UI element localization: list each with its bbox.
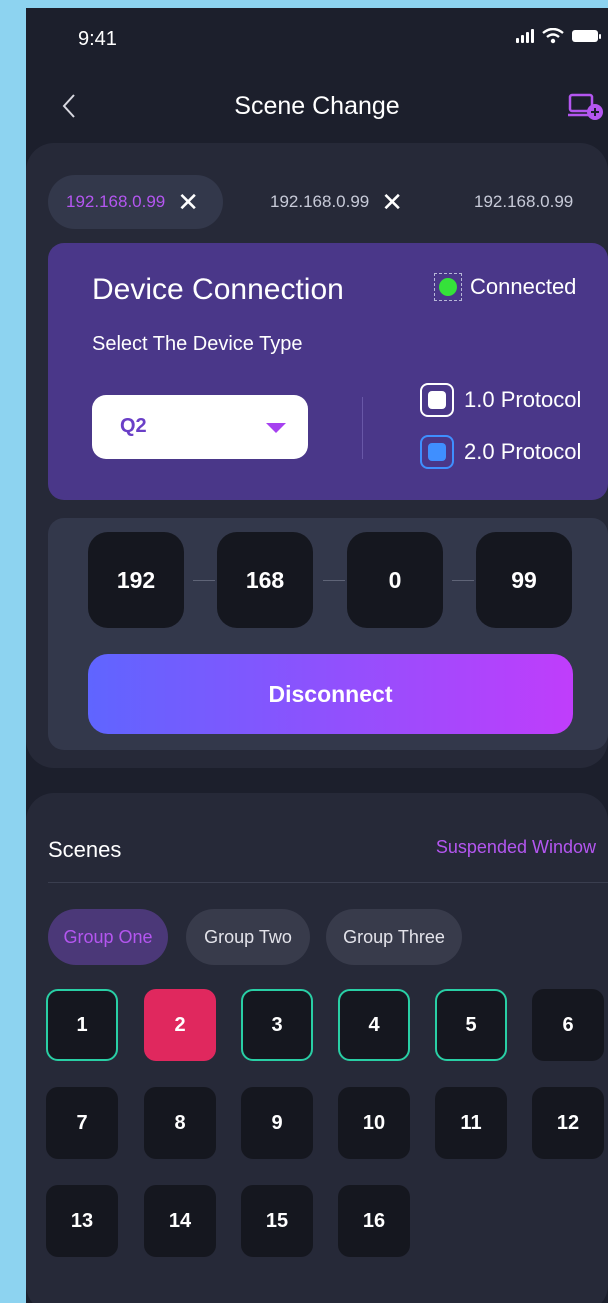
ip-address-panel: 192 168 0 99 Disconnect [48, 518, 608, 750]
scene-button-5[interactable]: 5 [435, 989, 507, 1061]
connection-status-text: Connected [470, 274, 577, 299]
wifi-icon [542, 28, 564, 44]
ip-tab-label: 192.168.0.99 [270, 192, 370, 211]
scene-button-12[interactable]: 12 [532, 1087, 604, 1159]
scene-button-16[interactable]: 16 [338, 1185, 410, 1257]
ip-octet-4[interactable]: 99 [476, 532, 572, 628]
checkbox-icon[interactable] [420, 383, 454, 417]
suspended-window-link[interactable]: Suspended Window [436, 837, 596, 858]
device-section: 192.168.0.99 ✕ 192.168.0.99 ✕ 192.168.0.… [26, 143, 608, 768]
ip-octet-1[interactable]: 192 [88, 532, 184, 628]
ip-separator [323, 580, 345, 581]
scene-button-9[interactable]: 9 [241, 1087, 313, 1159]
connection-status: Connected [434, 273, 576, 301]
device-type-select[interactable]: Q2 [92, 395, 308, 459]
close-icon[interactable]: ✕ [381, 189, 403, 215]
protocol-label: 1.0 Protocol [464, 387, 582, 412]
ip-tab-3[interactable]: 192.168.0.99 [474, 175, 573, 229]
status-time: 9:41 [78, 28, 117, 50]
scene-button-14[interactable]: 14 [144, 1185, 216, 1257]
scenes-section: Scenes Suspended Window Group One Group … [26, 793, 608, 1303]
signal-icon [516, 29, 534, 43]
ip-octet-2[interactable]: 168 [217, 532, 313, 628]
nav-bar: Scene Change [26, 78, 608, 134]
scene-button-11[interactable]: 11 [435, 1087, 507, 1159]
page-title: Scene Change [234, 92, 400, 120]
protocol-option-2[interactable]: 2.0 Protocol [420, 435, 581, 469]
scene-button-2[interactable]: 2 [144, 989, 216, 1061]
scene-button-10[interactable]: 10 [338, 1087, 410, 1159]
status-icons [516, 28, 601, 44]
ip-tab-label: 192.168.0.99 [66, 192, 166, 211]
protocol-label: 2.0 Protocol [464, 439, 582, 464]
tab-group-one[interactable]: Group One [48, 909, 168, 965]
ip-tab-bar: 192.168.0.99 ✕ 192.168.0.99 ✕ 192.168.0.… [48, 175, 608, 229]
scene-button-1[interactable]: 1 [46, 989, 118, 1061]
divider [362, 397, 363, 459]
ip-octet-3[interactable]: 0 [347, 532, 443, 628]
phone-screen: 9:41 Scene Change 192.168.0.99 ✕ 192.168… [26, 8, 608, 1303]
device-connection-title: Device Connection [92, 273, 344, 306]
divider [48, 882, 608, 883]
status-bar: 9:41 [26, 8, 608, 68]
protocol-option-1[interactable]: 1.0 Protocol [420, 383, 581, 417]
ip-tab-1[interactable]: 192.168.0.99 ✕ [48, 175, 224, 229]
ip-separator [452, 580, 474, 581]
scene-button-8[interactable]: 8 [144, 1087, 216, 1159]
close-icon[interactable]: ✕ [177, 189, 199, 215]
scenes-title: Scenes [48, 837, 122, 862]
tab-group-three[interactable]: Group Three [326, 909, 462, 965]
battery-icon [572, 30, 601, 42]
scene-button-13[interactable]: 13 [46, 1185, 118, 1257]
device-type-label: Select The Device Type [92, 333, 303, 355]
scene-button-3[interactable]: 3 [241, 989, 313, 1061]
disconnect-button[interactable]: Disconnect [88, 654, 573, 734]
ip-tab-label: 192.168.0.99 [474, 192, 574, 211]
tab-group-two[interactable]: Group Two [186, 909, 310, 965]
status-indicator-icon [434, 273, 462, 301]
ip-tab-2[interactable]: 192.168.0.99 ✕ [270, 175, 403, 229]
device-connection-card: Device Connection Select The Device Type… [48, 243, 608, 500]
ip-separator [193, 580, 215, 581]
device-type-value: Q2 [120, 415, 147, 437]
add-monitor-icon[interactable] [568, 90, 604, 124]
scene-button-6[interactable]: 6 [532, 989, 604, 1061]
scene-button-7[interactable]: 7 [46, 1087, 118, 1159]
scene-button-4[interactable]: 4 [338, 989, 410, 1061]
dropdown-caret-icon [266, 423, 286, 433]
scene-button-15[interactable]: 15 [241, 1185, 313, 1257]
checkbox-checked-icon[interactable] [420, 435, 454, 469]
